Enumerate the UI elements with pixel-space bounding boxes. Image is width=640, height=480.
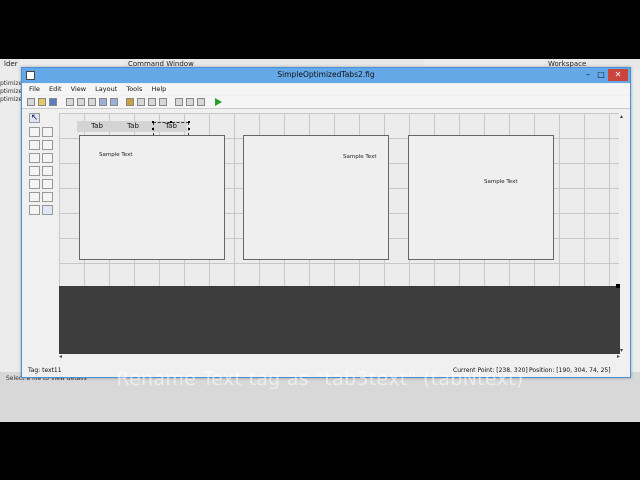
- table-icon[interactable]: [42, 179, 53, 189]
- selection-box[interactable]: [153, 122, 189, 136]
- panel-icon[interactable]: [42, 192, 53, 202]
- menu-file[interactable]: File: [29, 84, 40, 95]
- popup-menu-icon[interactable]: [29, 166, 40, 176]
- listbox-icon[interactable]: [42, 166, 53, 176]
- menu-edit[interactable]: Edit: [49, 84, 62, 95]
- tab-panel-1[interactable]: Sample Text: [79, 135, 225, 260]
- pushbutton-icon[interactable]: [29, 127, 40, 137]
- select-arrow-icon[interactable]: ↖: [29, 113, 40, 123]
- menu-tools[interactable]: Tools: [126, 84, 142, 95]
- menu-layout[interactable]: Layout: [95, 84, 117, 95]
- save-icon[interactable]: [49, 98, 57, 106]
- sample-text-2[interactable]: Sample Text: [343, 154, 377, 160]
- vertical-scrollbar[interactable]: ▴ ▾: [620, 113, 627, 354]
- scroll-up-icon[interactable]: ▴: [620, 113, 623, 120]
- toolbar: [22, 96, 630, 109]
- axes-icon[interactable]: [29, 192, 40, 202]
- tab-button-2[interactable]: Tab: [117, 121, 149, 132]
- selection-handle[interactable]: [152, 128, 154, 130]
- folder-file-list: ptimize ptimize ptimize: [0, 80, 22, 104]
- button-group-icon[interactable]: [29, 205, 40, 215]
- slider-icon[interactable]: [42, 127, 53, 137]
- toolbar-editor-icon[interactable]: [159, 98, 167, 106]
- video-caption: Rename Text tag as "tab3text" (tabNtext): [116, 368, 524, 390]
- edit-text-icon[interactable]: [29, 153, 40, 163]
- editor-icon[interactable]: [175, 98, 183, 106]
- activex-icon[interactable]: [42, 205, 53, 215]
- horizontal-scrollbar[interactable]: ◂ ▸: [59, 354, 620, 360]
- title-bar[interactable]: SimpleOptimizedTabs2.fig – □ ✕: [22, 68, 630, 83]
- selection-handle[interactable]: [170, 121, 172, 123]
- redo-icon[interactable]: [110, 98, 118, 106]
- scroll-left-icon[interactable]: ◂: [59, 354, 62, 360]
- new-icon[interactable]: [27, 98, 35, 106]
- menu-view[interactable]: View: [71, 84, 86, 95]
- folder-file-item[interactable]: ptimize: [0, 80, 22, 88]
- tab-button-1[interactable]: Tab: [81, 121, 113, 132]
- static-text-icon[interactable]: [42, 153, 53, 163]
- scroll-down-icon[interactable]: ▾: [620, 347, 623, 354]
- menu-editor-icon[interactable]: [137, 98, 145, 106]
- checkbox-icon[interactable]: [42, 140, 53, 150]
- menu-help[interactable]: Help: [151, 84, 166, 95]
- cut-icon[interactable]: [66, 98, 74, 106]
- inspector-icon[interactable]: [186, 98, 194, 106]
- folder-file-item[interactable]: ptimize: [0, 96, 22, 104]
- tab-panel-2[interactable]: Sample Text: [243, 135, 389, 260]
- toggle-button-icon[interactable]: [29, 179, 40, 189]
- screen: lder Command Window Workspace ptimize pt…: [0, 0, 640, 480]
- maximize-button[interactable]: □: [595, 69, 607, 81]
- run-icon[interactable]: [215, 98, 222, 106]
- tab-panel-3[interactable]: Sample Text: [408, 135, 554, 260]
- sample-text-1[interactable]: Sample Text: [99, 152, 133, 158]
- component-palette: ↖: [27, 113, 55, 233]
- window-title: SimpleOptimizedTabs2.fig: [277, 70, 375, 79]
- selection-handle[interactable]: [152, 121, 154, 123]
- current-folder-title: lder: [0, 59, 20, 69]
- sample-text-3[interactable]: Sample Text: [484, 179, 518, 185]
- undo-icon[interactable]: [99, 98, 107, 106]
- guide-window: SimpleOptimizedTabs2.fig – □ ✕ File Edit…: [21, 67, 631, 378]
- copy-icon[interactable]: [77, 98, 85, 106]
- figure-extent-area: [59, 286, 620, 354]
- object-browser-icon[interactable]: [197, 98, 205, 106]
- align-icon[interactable]: [126, 98, 134, 106]
- minimize-button[interactable]: –: [582, 69, 594, 81]
- paste-icon[interactable]: [88, 98, 96, 106]
- open-icon[interactable]: [38, 98, 46, 106]
- tab-order-icon[interactable]: [148, 98, 156, 106]
- selection-handle[interactable]: [188, 121, 190, 123]
- scroll-right-icon[interactable]: ▸: [617, 354, 620, 360]
- menu-bar: File Edit View Layout Tools Help: [22, 84, 630, 95]
- radiobutton-icon[interactable]: [29, 140, 40, 150]
- selection-handle[interactable]: [188, 128, 190, 130]
- folder-file-item[interactable]: ptimize: [0, 88, 22, 96]
- close-button[interactable]: ✕: [608, 69, 628, 81]
